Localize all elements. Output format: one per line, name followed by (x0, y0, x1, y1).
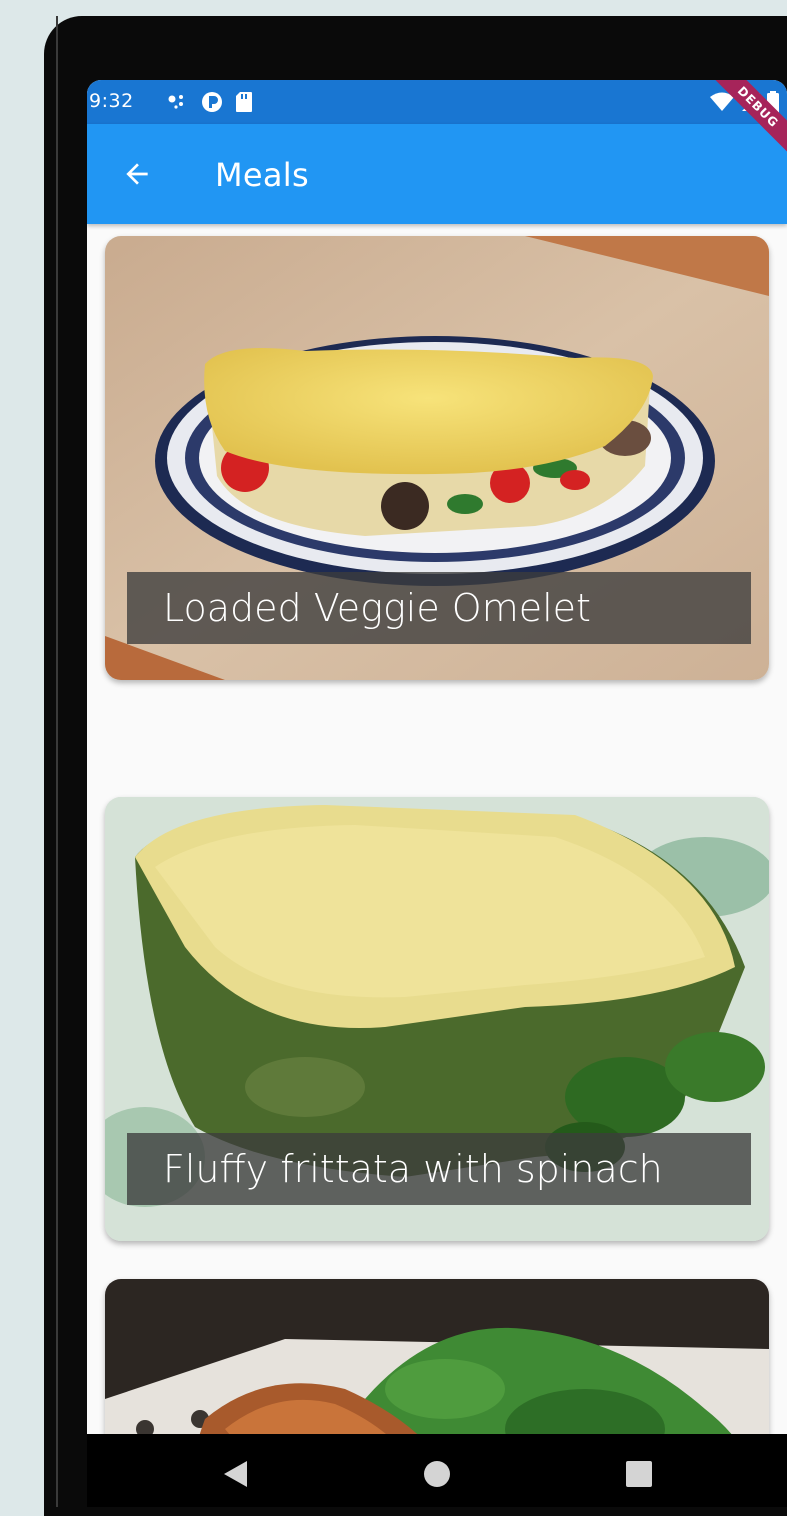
assistant-dots-icon (168, 95, 183, 109)
app-bar: Meals (87, 124, 787, 224)
chicken-salad-photo (105, 1279, 769, 1434)
meal-title: Fluffy frittata with spinach (127, 1133, 751, 1205)
nav-recents-button[interactable] (619, 1456, 659, 1492)
status-bar: 9:32 (87, 80, 787, 124)
meal-card[interactable]: Fluffy frittata with spinach (105, 797, 769, 1241)
meal-list[interactable]: Loaded Veggie Omelet Fluffy frittata wit… (87, 224, 787, 1434)
status-time: 9:32 (89, 90, 134, 112)
meal-title: Loaded Veggie Omelet (127, 572, 751, 644)
page-title: Meals (215, 156, 309, 194)
home-circle-icon (424, 1461, 450, 1487)
nav-home-button[interactable] (417, 1456, 457, 1492)
phone-edge (56, 16, 58, 1507)
sd-card-icon (236, 92, 252, 112)
recents-square-icon (626, 1461, 652, 1487)
device-screen: 9:32 DEBUG Meals Loaded Veggie Omelet Fl… (87, 80, 787, 1507)
meal-card[interactable]: Loaded Veggie Omelet (105, 236, 769, 680)
nav-back-button[interactable] (215, 1456, 255, 1492)
data-saver-icon (202, 92, 222, 112)
meal-card[interactable] (105, 1279, 769, 1434)
back-button[interactable] (117, 154, 157, 194)
system-nav-bar (87, 1434, 787, 1507)
status-icons-left (167, 91, 253, 113)
arrow-back-icon (126, 163, 148, 185)
back-triangle-icon (224, 1461, 247, 1487)
